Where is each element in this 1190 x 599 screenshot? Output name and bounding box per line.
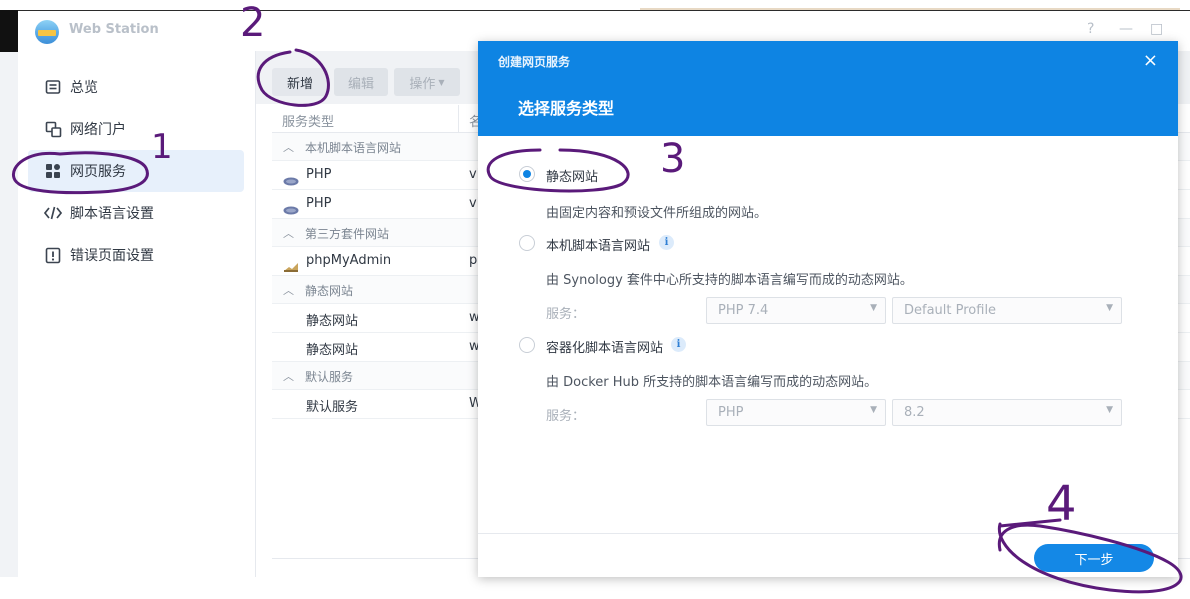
containerized-script-site-label[interactable]: 容器化脚本语言网站: [546, 337, 663, 356]
minimize-icon[interactable]: —: [1119, 21, 1133, 37]
caret-down-icon: ▼: [438, 77, 445, 87]
php-profile-select[interactable]: Default Profile ▼: [892, 297, 1122, 324]
select-value: PHP: [718, 405, 744, 420]
sidebar: 总览 网络门户 网页服务 脚本语言设置 错误页面设置: [18, 51, 256, 577]
chevron-up-icon: ︿: [283, 284, 294, 297]
caret-down-icon: ▼: [1106, 405, 1113, 415]
service-type-cell: 默认服务: [306, 400, 359, 415]
caret-down-icon: ▼: [870, 303, 877, 313]
edit-button[interactable]: 编辑: [334, 68, 388, 96]
desktop-left-strip: [0, 52, 18, 577]
web-station-logo-icon: [35, 20, 59, 44]
service-type-cell: phpMyAdmin: [306, 253, 392, 268]
native-script-site-description: 由 Synology 套件中心所支持的脚本语言编写而成的动态网站。: [546, 273, 913, 288]
native-script-site-radio[interactable]: [519, 235, 535, 251]
app-title: Web Station: [69, 22, 159, 37]
code-icon: [44, 204, 62, 222]
sidebar-item-web-service[interactable]: 网页服务: [28, 150, 244, 192]
info-icon[interactable]: i: [659, 235, 674, 250]
action-button-label: 操作: [409, 76, 436, 92]
static-site-radio[interactable]: [519, 166, 535, 182]
sidebar-item-label: 错误页面设置: [70, 248, 154, 264]
next-button[interactable]: 下一步: [1034, 544, 1154, 572]
error-page-icon: [44, 246, 62, 264]
sidebar-item-portal[interactable]: 网络门户: [28, 108, 244, 150]
static-site-description: 由固定内容和预设文件所组成的网站。: [546, 206, 768, 221]
select-value: 8.2: [904, 405, 925, 420]
column-header-type[interactable]: 服务类型: [282, 111, 334, 130]
web-service-icon: [44, 162, 62, 180]
php-icon: [283, 200, 299, 219]
select-value: Default Profile: [904, 303, 997, 318]
dialog-window-title: 创建网页服务: [498, 55, 571, 69]
dialog-footer-divider: [478, 533, 1178, 534]
static-site-label[interactable]: 静态网站: [546, 166, 598, 185]
container-language-select[interactable]: PHP ▼: [706, 399, 886, 426]
sidebar-item-overview[interactable]: 总览: [28, 66, 244, 108]
info-icon[interactable]: i: [671, 337, 686, 352]
php-version-select[interactable]: PHP 7.4 ▼: [706, 297, 886, 324]
service-type-cell: PHP: [306, 196, 332, 211]
add-button[interactable]: 新增: [272, 68, 328, 96]
group-label: 静态网站: [305, 284, 354, 298]
native-script-site-label[interactable]: 本机脚本语言网站: [546, 235, 650, 254]
maximize-icon[interactable]: □: [1150, 21, 1163, 37]
group-label: 默认服务: [305, 370, 354, 384]
sidebar-item-error-page[interactable]: 错误页面设置: [28, 234, 244, 276]
container-version-select[interactable]: 8.2 ▼: [892, 399, 1122, 426]
service-type-cell: 静态网站: [306, 343, 359, 358]
chevron-up-icon: ︿: [283, 141, 294, 154]
create-web-service-dialog: 创建网页服务 × 选择服务类型 静态网站 由固定内容和预设文件所组成的网站。 本…: [478, 41, 1178, 577]
chevron-up-icon: ︿: [283, 227, 294, 240]
service-label: 服务：: [546, 307, 586, 322]
dialog-step-title: 选择服务类型: [518, 99, 615, 118]
containerized-script-site-description: 由 Docker Hub 所支持的脚本语言编写而成的动态网站。: [546, 375, 878, 390]
close-icon[interactable]: ×: [1143, 50, 1158, 71]
phpmyadmin-icon: [283, 257, 299, 276]
sidebar-item-script-language[interactable]: 脚本语言设置: [28, 192, 244, 234]
action-button[interactable]: 操作 ▼: [394, 68, 460, 96]
service-label: 服务：: [546, 409, 586, 424]
overview-icon: [44, 78, 62, 96]
caret-down-icon: ▼: [870, 405, 877, 415]
select-value: PHP 7.4: [718, 303, 769, 318]
column-divider: [458, 105, 459, 133]
service-type-cell: PHP: [306, 167, 332, 182]
sidebar-item-label: 网页服务: [70, 164, 126, 180]
sidebar-item-label: 网络门户: [70, 122, 126, 138]
chevron-up-icon: ︿: [283, 370, 294, 383]
desktop-edge: [0, 10, 18, 52]
caret-down-icon: ▼: [1106, 303, 1113, 313]
screenshot-stage: Web Station ? — □ 总览 网络门户 网页服务 脚本语言设置 错误…: [0, 0, 1190, 599]
group-label: 本机脚本语言网站: [305, 141, 402, 155]
group-label: 第三方套件网站: [305, 227, 390, 241]
dialog-header: 创建网页服务 × 选择服务类型: [478, 41, 1178, 136]
portal-icon: [44, 120, 62, 138]
help-icon[interactable]: ?: [1087, 21, 1094, 37]
php-icon: [283, 171, 299, 190]
sidebar-item-label: 总览: [70, 80, 98, 96]
sidebar-item-label: 脚本语言设置: [70, 206, 154, 222]
containerized-script-site-radio[interactable]: [519, 337, 535, 353]
service-type-cell: 静态网站: [306, 314, 359, 329]
